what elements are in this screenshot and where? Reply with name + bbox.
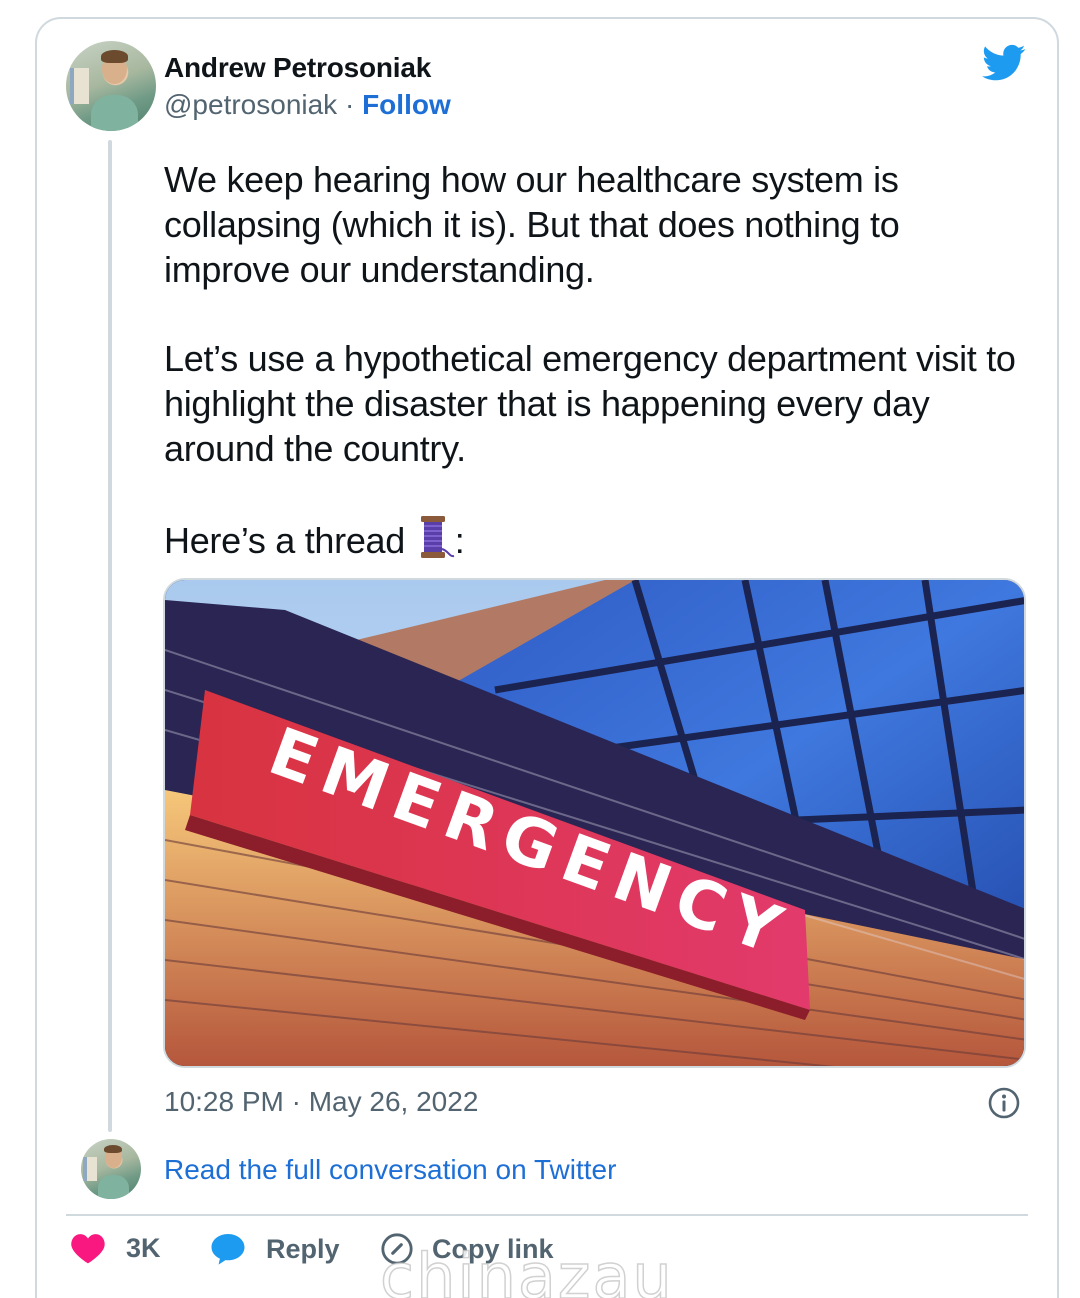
author-handle-line: @petrosoniak · Follow: [164, 89, 451, 121]
copy-link-label: Copy link: [432, 1233, 554, 1264]
like-count: 3K: [126, 1232, 161, 1263]
reply-bubble-icon: [211, 1234, 245, 1265]
thread-suffix: :: [454, 520, 465, 561]
tweet-timestamp[interactable]: 10:28 PM · May 26, 2022: [164, 1086, 478, 1118]
twitter-bird-icon[interactable]: [982, 44, 1026, 82]
tweet-text: We keep hearing how our healthcare syste…: [164, 157, 1024, 563]
tweet-media-image[interactable]: EMERGENCY: [163, 578, 1026, 1068]
copy-link-button[interactable]: Copy link: [380, 1232, 554, 1266]
heart-icon: [71, 1234, 105, 1264]
author-handle[interactable]: @petrosoniak: [164, 89, 337, 120]
spool-of-thread-icon: [420, 516, 454, 558]
like-button[interactable]: 3K: [70, 1232, 161, 1264]
reply-button[interactable]: Reply: [210, 1232, 340, 1266]
link-icon: [381, 1233, 413, 1265]
emergency-sign-photo: EMERGENCY: [165, 580, 1024, 1066]
follow-button[interactable]: Follow: [362, 89, 451, 120]
reply-label: Reply: [266, 1233, 340, 1264]
handle-separator: ·: [337, 89, 363, 120]
read-full-conversation-link[interactable]: Read the full conversation on Twitter: [164, 1154, 616, 1186]
author-avatar[interactable]: [66, 41, 156, 131]
tweet-paragraph-1: We keep hearing how our healthcare syste…: [164, 159, 900, 290]
author-avatar-small[interactable]: [81, 1139, 141, 1199]
thread-connector-line: [108, 140, 112, 1132]
tweet-paragraph-3: Here’s a thread :: [164, 515, 1024, 563]
info-icon[interactable]: [987, 1086, 1021, 1120]
thread-prefix: Here’s a thread: [164, 520, 415, 561]
actions-divider: [66, 1214, 1028, 1216]
tweet-paragraph-2: Let’s use a hypothetical emergency depar…: [164, 338, 1016, 469]
author-name[interactable]: Andrew Petrosoniak: [164, 52, 431, 84]
